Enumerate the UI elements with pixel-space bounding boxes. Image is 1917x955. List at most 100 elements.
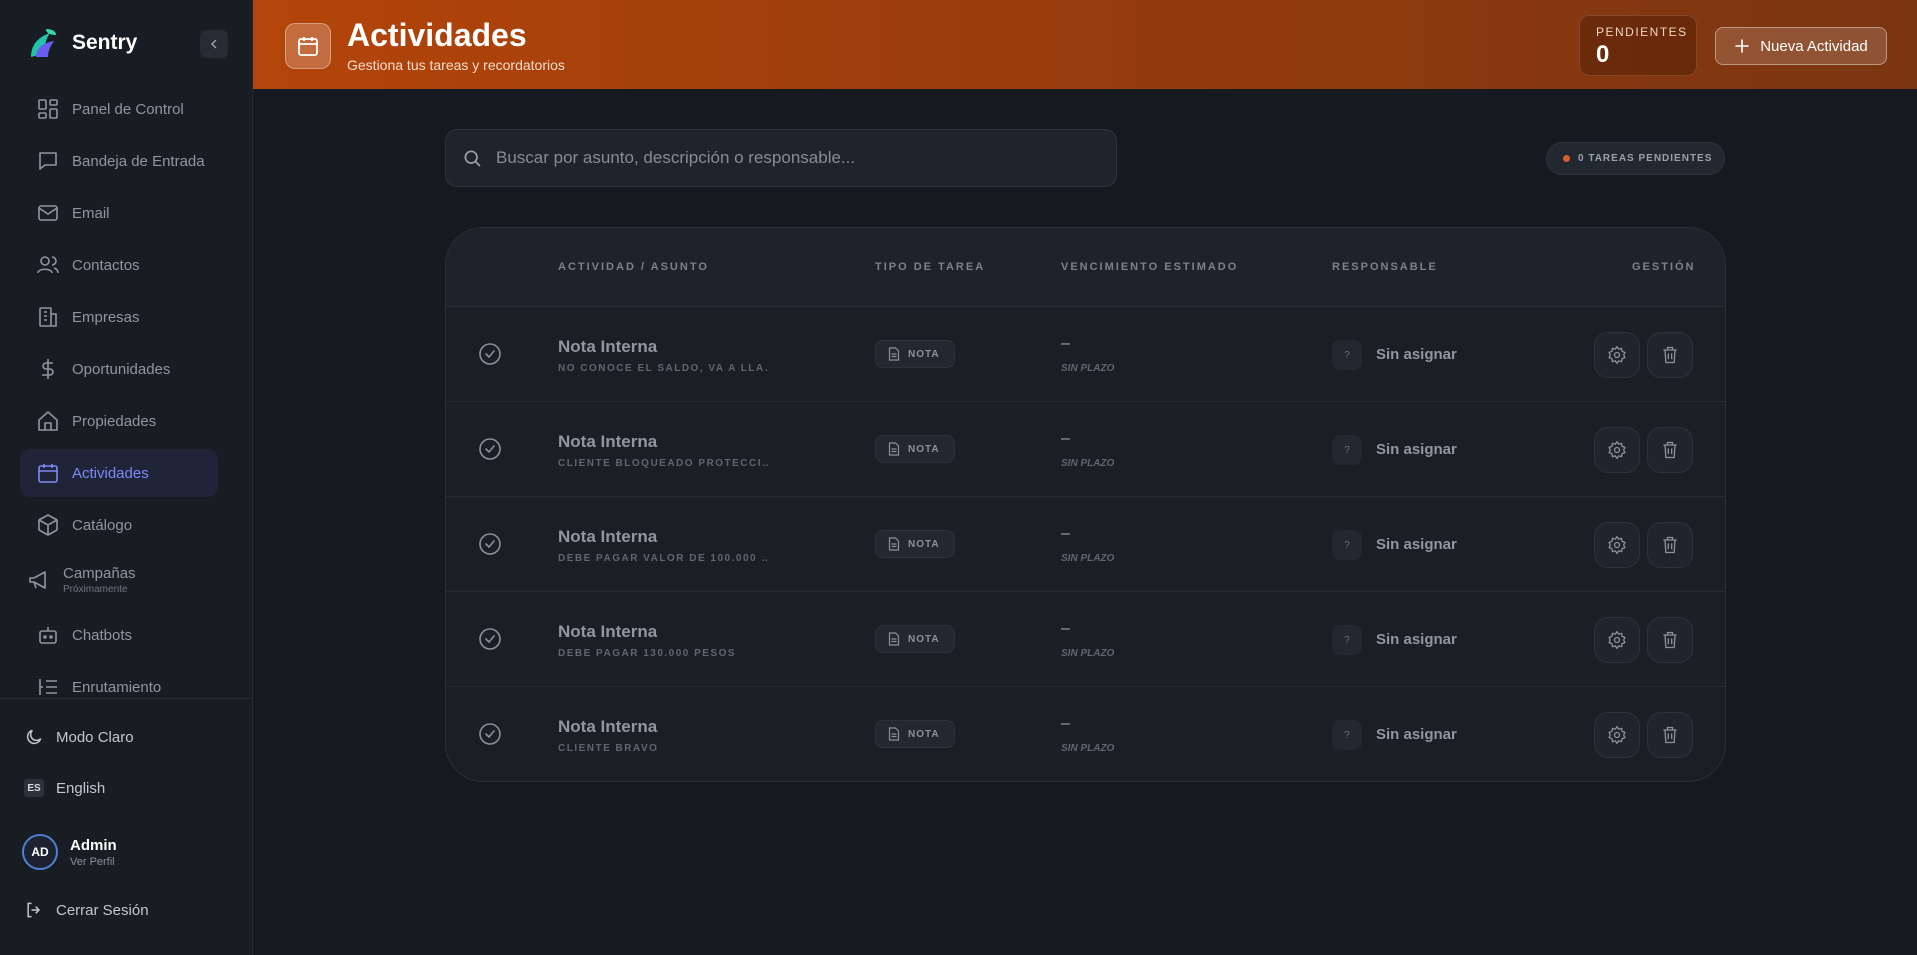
- due-status: SIN PLAZO: [1061, 743, 1115, 754]
- delete-button[interactable]: [1647, 332, 1693, 378]
- sidebar-item-actividades[interactable]: Actividades: [20, 449, 218, 497]
- activity-title: Nota Interna: [558, 337, 658, 356]
- header-calendar-icon: [285, 23, 331, 69]
- chevron-left-icon: [208, 38, 220, 50]
- column-header-type[interactable]: TIPO DE TAREA: [875, 261, 985, 273]
- user-profile[interactable]: AD Admin Ver Perfil: [22, 834, 117, 870]
- delete-button[interactable]: [1647, 712, 1693, 758]
- collapse-sidebar-button[interactable]: [200, 30, 228, 58]
- user-info: Admin Ver Perfil: [70, 837, 117, 868]
- table-row[interactable]: Nota Interna DEBE PAGAR VALOR DE 100.000…: [446, 497, 1725, 592]
- sidebar-item-label: Oportunidades: [72, 360, 171, 378]
- task-type-label: NOTA: [908, 443, 940, 455]
- sidebar-item-enrutamiento[interactable]: Enrutamiento: [20, 663, 218, 697]
- activity-description: CLIENTE BLOQUEADO PROTECCI…: [558, 458, 768, 469]
- delete-button[interactable]: [1647, 522, 1693, 568]
- view-profile-link[interactable]: Ver Perfil: [70, 856, 117, 868]
- pending-count: 0: [1596, 41, 1610, 68]
- settings-button[interactable]: [1594, 522, 1640, 568]
- sidebar-item-label: Empresas: [72, 308, 140, 326]
- gear-icon: [1607, 440, 1627, 460]
- language-toggle[interactable]: ES English: [24, 779, 105, 797]
- table-header: ACTIVIDAD / ASUNTO TIPO DE TAREA VENCIMI…: [446, 228, 1725, 307]
- activity-description: DEBE PAGAR VALOR DE 100.000 …: [558, 553, 768, 564]
- sidebar-item-oportunidades[interactable]: Oportunidades: [20, 345, 218, 393]
- due-date: –: [1061, 430, 1070, 447]
- users-icon: [36, 253, 60, 277]
- sidebar-footer: Modo Claro ES English AD Admin Ver Perfi…: [0, 698, 253, 955]
- pending-label: PENDIENTES: [1596, 25, 1688, 39]
- sidebar-item-propiedades[interactable]: Propiedades: [20, 397, 218, 445]
- pending-counter: PENDIENTES 0: [1579, 15, 1697, 76]
- sidebar-item-catalogo[interactable]: Catálogo: [20, 501, 218, 549]
- complete-check-icon[interactable]: [478, 437, 502, 461]
- column-header-owner[interactable]: RESPONSABLE: [1332, 261, 1438, 273]
- search-input[interactable]: [496, 148, 1096, 168]
- owner-avatar: ?: [1332, 340, 1362, 370]
- delete-button[interactable]: [1647, 617, 1693, 663]
- activity-title: Nota Interna: [558, 717, 658, 736]
- pending-tasks-label: 0 TAREAS PENDIENTES: [1578, 153, 1713, 164]
- settings-button[interactable]: [1594, 617, 1640, 663]
- due-status: SIN PLAZO: [1061, 553, 1115, 564]
- box-icon: [36, 513, 60, 537]
- activity-title: Nota Interna: [558, 432, 658, 451]
- table-row[interactable]: Nota Interna DEBE PAGAR 130.000 PESOS NO…: [446, 592, 1725, 687]
- sidebar-item-panel-de-control[interactable]: Panel de Control: [20, 85, 218, 133]
- activity-title: Nota Interna: [558, 622, 658, 641]
- page-header: Actividades Gestiona tus tareas y record…: [253, 0, 1917, 89]
- logout-label: Cerrar Sesión: [56, 901, 149, 919]
- column-header-activity[interactable]: ACTIVIDAD / ASUNTO: [558, 261, 709, 273]
- complete-check-icon[interactable]: [478, 722, 502, 746]
- due-date: –: [1061, 715, 1070, 732]
- complete-check-icon[interactable]: [478, 342, 502, 366]
- sidebar-item-empresas[interactable]: Empresas: [20, 293, 218, 341]
- activity-description: CLIENTE BRAVO: [558, 743, 659, 754]
- table-row[interactable]: Nota Interna CLIENTE BRAVO NOTA – SIN PL…: [446, 687, 1725, 781]
- note-icon: [888, 537, 908, 551]
- due-date: –: [1061, 620, 1070, 637]
- owner-avatar: ?: [1332, 530, 1362, 560]
- note-icon: [888, 727, 908, 741]
- note-icon: [888, 632, 908, 646]
- sidebar-item-email[interactable]: Email: [20, 189, 218, 237]
- settings-button[interactable]: [1594, 332, 1640, 378]
- settings-button[interactable]: [1594, 427, 1640, 473]
- trash-icon: [1660, 345, 1680, 365]
- theme-toggle[interactable]: Modo Claro: [24, 727, 134, 747]
- note-icon: [888, 347, 908, 361]
- settings-button[interactable]: [1594, 712, 1640, 758]
- sidebar-item-text: Campañas Próximamente: [63, 565, 136, 595]
- owner-avatar: ?: [1332, 435, 1362, 465]
- gear-icon: [1607, 535, 1627, 555]
- delete-button[interactable]: [1647, 427, 1693, 473]
- brand[interactable]: Sentry: [28, 26, 137, 60]
- sidebar-item-label: Panel de Control: [72, 100, 184, 118]
- sidebar-item-label: Chatbots: [72, 626, 133, 644]
- sidebar-item-campanas[interactable]: Campañas Próximamente: [20, 553, 218, 607]
- logout-icon: [24, 900, 44, 920]
- table-row[interactable]: Nota Interna CLIENTE BLOQUEADO PROTECCI……: [446, 402, 1725, 497]
- new-activity-button[interactable]: Nueva Actividad: [1715, 27, 1887, 65]
- column-header-due[interactable]: VENCIMIENTO ESTIMADO: [1061, 261, 1238, 273]
- task-type-badge: NOTA: [875, 720, 955, 748]
- trash-icon: [1660, 440, 1680, 460]
- bot-icon: [36, 623, 60, 647]
- theme-toggle-label: Modo Claro: [56, 728, 134, 746]
- note-icon: [888, 442, 908, 456]
- table-row[interactable]: Nota Interna NO CONOCE EL SALDO, VA A LL…: [446, 307, 1725, 402]
- sidebar-item-label: Campañas: [63, 565, 136, 582]
- task-type-label: NOTA: [908, 728, 940, 740]
- sidebar-item-bandeja-de-entrada[interactable]: Bandeja de Entrada: [20, 137, 218, 185]
- complete-check-icon[interactable]: [478, 532, 502, 556]
- user-name: Admin: [70, 836, 117, 854]
- language-toggle-label: English: [56, 779, 106, 797]
- calendar-icon: [36, 461, 60, 485]
- logout-button[interactable]: Cerrar Sesión: [24, 900, 149, 920]
- complete-check-icon[interactable]: [478, 627, 502, 651]
- sidebar-item-contactos[interactable]: Contactos: [20, 241, 218, 289]
- new-activity-label: Nueva Actividad: [1760, 37, 1868, 55]
- coming-soon-label: Próximamente: [63, 584, 128, 595]
- sidebar-item-chatbots[interactable]: Chatbots: [20, 611, 218, 659]
- search-bar: [445, 129, 1117, 187]
